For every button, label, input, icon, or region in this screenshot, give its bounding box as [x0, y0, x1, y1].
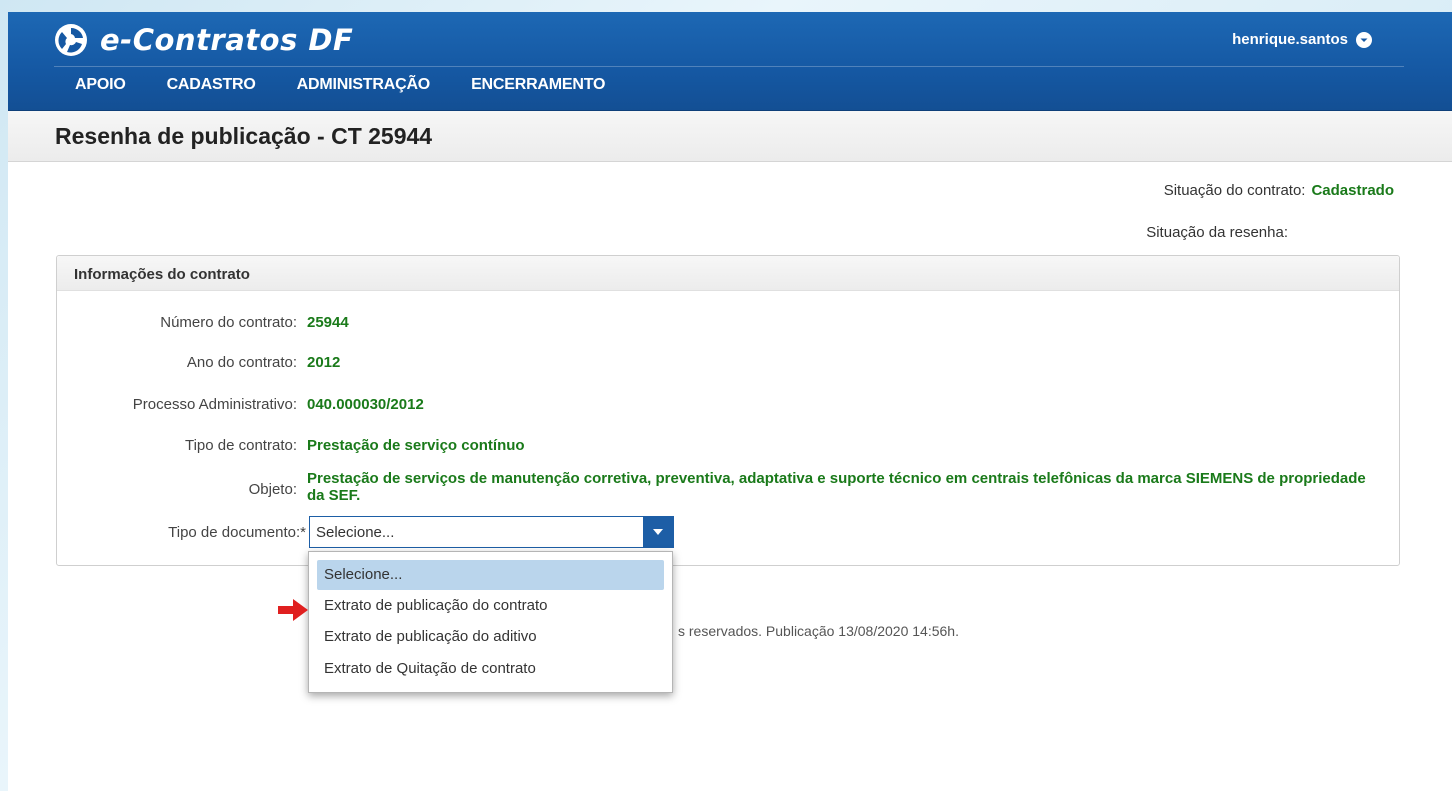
- contract-info-panel: Informações do contrato Número do contra…: [56, 255, 1400, 566]
- process-value: 040.000030/2012: [307, 396, 424, 413]
- brand-name: e-Contratos DF: [100, 23, 354, 57]
- panel-title: Informações do contrato: [74, 266, 250, 283]
- panel-header: Informações do contrato: [57, 256, 1399, 291]
- review-status: Situação da resenha:: [1146, 224, 1294, 241]
- review-status-label: Situação da resenha:: [1146, 224, 1288, 241]
- doc-type-selected: Selecione...: [316, 524, 395, 541]
- contract-number-label: Número do contrato:: [160, 314, 297, 331]
- contract-number-value: 25944: [307, 314, 349, 331]
- app-window: e-Contratos DF henrique.santos APOIO CAD…: [8, 12, 1452, 791]
- process-label: Processo Administrativo:: [132, 396, 297, 413]
- nav-item-administracao[interactable]: ADMINISTRAÇÃO: [297, 76, 431, 94]
- object-label: Objeto:: [248, 481, 297, 498]
- contract-status-label: Situação do contrato:: [1163, 182, 1306, 199]
- main-nav: APOIO CADASTRO ADMINISTRAÇÃO ENCERRAMENT…: [75, 76, 646, 94]
- contract-status-value: Cadastrado: [1311, 182, 1394, 199]
- dropdown-option-extrato-quitacao[interactable]: Extrato de Quitação de contrato: [317, 654, 664, 684]
- dropdown-option-extrato-contrato[interactable]: Extrato de publicação do contrato: [317, 591, 664, 621]
- title-bar: Resenha de publicação - CT 25944: [8, 111, 1452, 162]
- contract-status: Situação do contrato: Cadastrado: [1164, 182, 1394, 199]
- brand[interactable]: e-Contratos DF: [54, 20, 353, 60]
- nav-divider: [54, 66, 1404, 67]
- chevron-down-icon: [1356, 31, 1372, 48]
- doc-type-label: Tipo de documento:*: [168, 524, 306, 541]
- footer-text: s reservados. Publicação 13/08/2020 14:5…: [678, 623, 959, 639]
- object-value: Prestação de serviços de manutenção corr…: [307, 470, 1366, 504]
- username: henrique.santos: [1232, 31, 1348, 48]
- doc-type-select[interactable]: Selecione...: [309, 516, 674, 548]
- red-arrow-icon: [278, 599, 308, 621]
- nav-item-encerramento[interactable]: ENCERRAMENTO: [471, 76, 605, 94]
- contract-type-label: Tipo de contrato:: [184, 437, 297, 454]
- nav-item-apoio[interactable]: APOIO: [75, 76, 126, 94]
- nav-item-cadastro[interactable]: CADASTRO: [167, 76, 256, 94]
- doc-type-dropdown: Selecione... Extrato de publicação do co…: [308, 551, 673, 693]
- doc-type-toggle[interactable]: [643, 517, 673, 547]
- contract-year-value: 2012: [307, 354, 341, 371]
- dropdown-option-extrato-aditivo[interactable]: Extrato de publicação do aditivo: [317, 622, 664, 652]
- caret-down-icon: [653, 529, 663, 535]
- contract-type-value: Prestação de serviço contínuo: [307, 437, 525, 454]
- contract-year-label: Ano do contrato:: [186, 354, 297, 371]
- dropdown-option-selecione[interactable]: Selecione...: [317, 560, 664, 590]
- logo-icon: [55, 24, 87, 56]
- user-menu[interactable]: henrique.santos: [1232, 31, 1372, 48]
- top-header: e-Contratos DF henrique.santos APOIO CAD…: [8, 12, 1452, 111]
- page-title: Resenha de publicação - CT 25944: [55, 123, 433, 149]
